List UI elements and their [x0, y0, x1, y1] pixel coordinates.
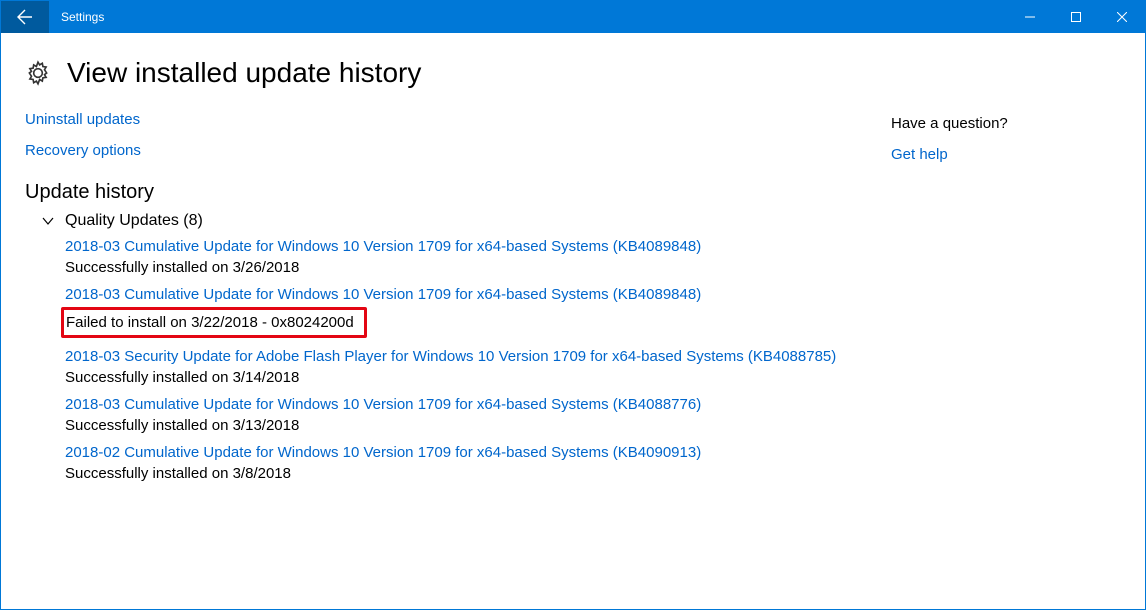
quality-updates-toggle[interactable]: Quality Updates (8)	[41, 212, 871, 230]
uninstall-updates-link[interactable]: Uninstall updates	[25, 111, 871, 128]
update-item: 2018-03 Cumulative Update for Windows 10…	[65, 286, 871, 338]
back-button[interactable]	[1, 1, 49, 33]
update-title-link[interactable]: 2018-03 Cumulative Update for Windows 10…	[65, 286, 871, 303]
update-item: 2018-03 Cumulative Update for Windows 10…	[65, 238, 871, 276]
main-content: View installed update history Uninstall …	[25, 57, 871, 492]
maximize-icon	[1071, 12, 1081, 22]
maximize-button[interactable]	[1053, 1, 1099, 33]
recovery-options-link[interactable]: Recovery options	[25, 142, 871, 159]
help-sidebar: Have a question? Get help	[891, 57, 1121, 492]
close-button[interactable]	[1099, 1, 1145, 33]
update-title-link[interactable]: 2018-03 Security Update for Adobe Flash …	[65, 348, 871, 365]
update-status: Successfully installed on 3/26/2018	[65, 259, 299, 276]
help-question: Have a question?	[891, 115, 1121, 132]
update-item: 2018-03 Security Update for Adobe Flash …	[65, 348, 871, 386]
window-controls	[1007, 1, 1145, 33]
update-item: 2018-02 Cumulative Update for Windows 10…	[65, 444, 871, 482]
chevron-down-icon	[41, 214, 55, 228]
update-history-heading: Update history	[25, 181, 871, 204]
update-status: Successfully installed on 3/14/2018	[65, 369, 299, 386]
updates-list: 2018-03 Cumulative Update for Windows 10…	[65, 238, 871, 482]
update-status: Successfully installed on 3/8/2018	[65, 465, 291, 482]
back-arrow-icon	[17, 9, 33, 25]
update-status: Successfully installed on 3/13/2018	[65, 417, 299, 434]
update-title-link[interactable]: 2018-03 Cumulative Update for Windows 10…	[65, 238, 871, 255]
close-icon	[1117, 12, 1127, 22]
minimize-button[interactable]	[1007, 1, 1053, 33]
titlebar: Settings	[1, 1, 1145, 33]
update-title-link[interactable]: 2018-02 Cumulative Update for Windows 10…	[65, 444, 871, 461]
window-title: Settings	[49, 1, 1007, 33]
gear-icon	[25, 60, 51, 86]
get-help-link[interactable]: Get help	[891, 146, 1121, 163]
quality-updates-label: Quality Updates (8)	[65, 212, 203, 230]
update-status: Failed to install on 3/22/2018 - 0x80242…	[61, 307, 367, 338]
page-title: View installed update history	[67, 57, 421, 89]
update-item: 2018-03 Cumulative Update for Windows 10…	[65, 396, 871, 434]
minimize-icon	[1025, 12, 1035, 22]
update-title-link[interactable]: 2018-03 Cumulative Update for Windows 10…	[65, 396, 871, 413]
